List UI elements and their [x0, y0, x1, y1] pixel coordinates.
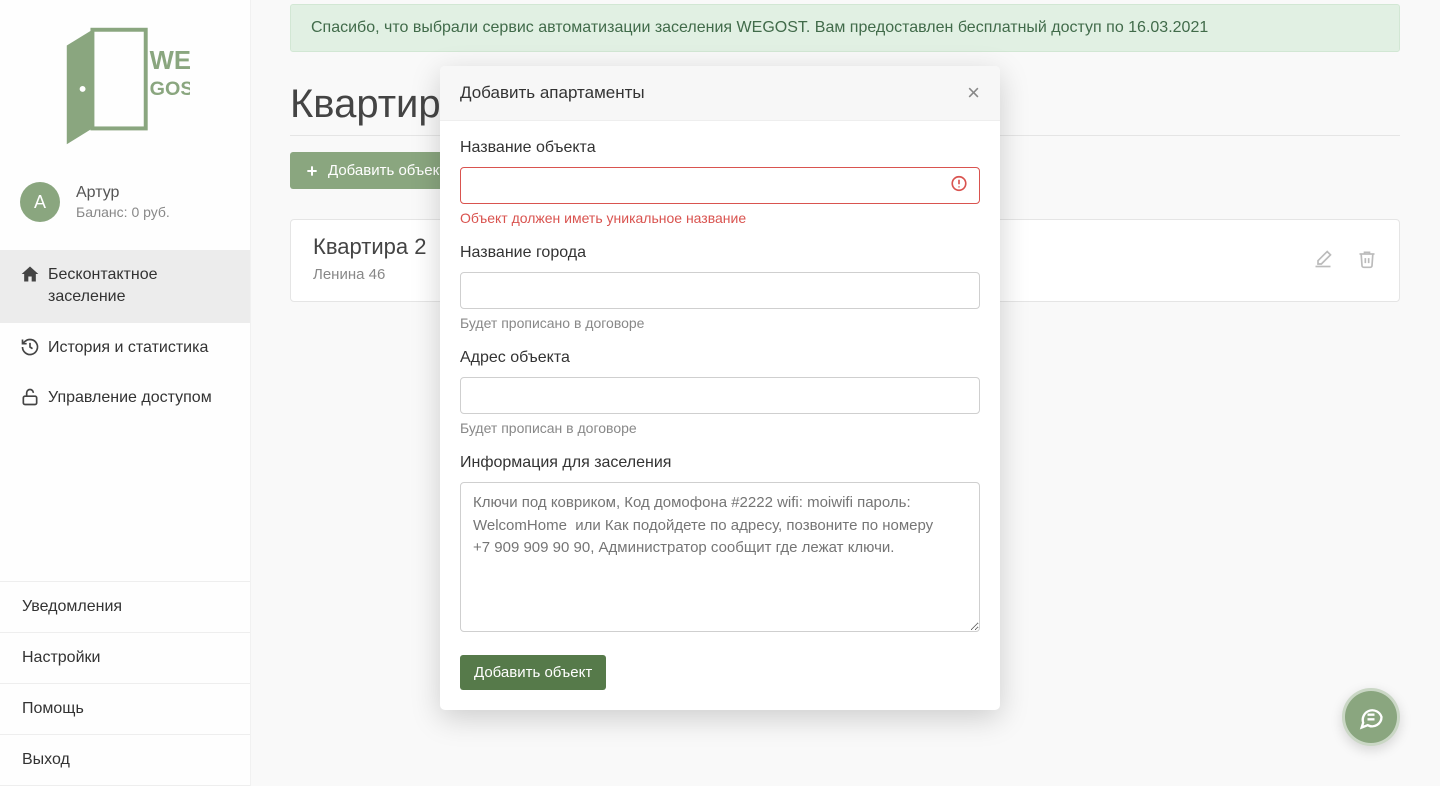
city-helper: Будет прописано в договоре [460, 315, 980, 331]
sidebar-item-notifications[interactable]: Уведомления [0, 582, 250, 633]
add-object-label: Добавить объект [328, 162, 446, 179]
sidebar-item-history[interactable]: История и статистика [0, 323, 250, 373]
home-icon [20, 264, 40, 284]
edit-icon[interactable] [1313, 249, 1333, 269]
address-input[interactable] [460, 377, 980, 414]
add-object-button[interactable]: Добавить объект [290, 152, 460, 189]
svg-text:WE: WE [150, 47, 190, 75]
apartment-title: Квартира 2 [313, 234, 426, 260]
apartment-address: Ленина 46 [313, 266, 426, 283]
add-apartment-modal: Добавить апартаменты × Название объекта … [440, 66, 1000, 710]
history-icon [20, 337, 40, 357]
user-name: Артур [76, 184, 170, 202]
name-label: Название объекта [460, 139, 980, 157]
error-icon [950, 174, 968, 197]
unlock-icon [20, 387, 40, 407]
sidebar-item-label: Бесконтактное заселение [48, 264, 230, 309]
sidebar-item-label: Помощь [22, 700, 84, 718]
sidebar-item-logout[interactable]: Выход [0, 735, 250, 786]
sidebar-item-access[interactable]: Управление доступом [0, 373, 250, 423]
svg-text:GOST: GOST [150, 78, 190, 100]
plus-icon [304, 163, 320, 179]
wegost-logo-icon: WE GOST [60, 12, 190, 160]
trial-banner: Спасибо, что выбрали сервис автоматизаци… [290, 4, 1400, 52]
sidebar-item-settings[interactable]: Настройки [0, 633, 250, 684]
nav-main: Бесконтактное заселение История и статис… [0, 250, 250, 424]
chat-button[interactable] [1342, 688, 1400, 746]
user-balance: Баланс: 0 руб. [76, 204, 170, 220]
address-helper: Будет прописан в договоре [460, 420, 980, 436]
close-icon[interactable]: × [967, 82, 980, 104]
user-block: А Артур Баланс: 0 руб. [0, 176, 250, 236]
modal-title: Добавить апартаменты [460, 83, 645, 103]
sidebar-item-label: Управление доступом [48, 387, 212, 409]
name-error: Объект должен иметь уникальное название [460, 210, 980, 226]
city-label: Название города [460, 244, 980, 262]
info-label: Информация для заселения [460, 454, 980, 472]
sidebar-item-label: Выход [22, 751, 70, 769]
sidebar: WE GOST А Артур Баланс: 0 руб. Бесконтак… [0, 0, 250, 786]
sidebar-item-contactless[interactable]: Бесконтактное заселение [0, 250, 250, 323]
submit-button[interactable]: Добавить объект [460, 655, 606, 690]
chat-icon [1357, 703, 1385, 731]
modal-header: Добавить апартаменты × [440, 66, 1000, 121]
city-input[interactable] [460, 272, 980, 309]
sidebar-item-label: История и статистика [48, 337, 208, 359]
avatar: А [20, 182, 60, 222]
sidebar-item-help[interactable]: Помощь [0, 684, 250, 735]
sidebar-item-label: Уведомления [22, 598, 122, 616]
name-input[interactable] [460, 167, 980, 204]
info-textarea[interactable] [460, 482, 980, 632]
sidebar-item-label: Настройки [22, 649, 100, 667]
nav-bottom: Уведомления Настройки Помощь Выход [0, 581, 250, 786]
address-label: Адрес объекта [460, 349, 980, 367]
logo: WE GOST [0, 0, 250, 176]
trash-icon[interactable] [1357, 249, 1377, 269]
